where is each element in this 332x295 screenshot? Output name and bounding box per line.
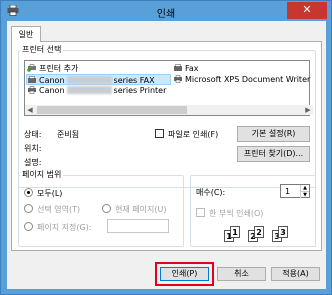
copies-value: 1 [285, 187, 291, 196]
page-range-group-label: 페이지 범위 [20, 169, 64, 180]
fax-icon [174, 64, 182, 71]
printer-list[interactable]: 프린터 추가 Fax Canon series FAX Microsoft XPS… [24, 60, 313, 116]
printer-item-label: 프린터 추가 [39, 64, 79, 73]
status-label: 상태: [24, 130, 42, 139]
print-to-file-label[interactable]: 파일로 인쇄(F) [168, 129, 218, 140]
printer-item-xps[interactable]: Microsoft XPS Document Writer [173, 74, 310, 85]
page-range-current-radio[interactable] [102, 204, 111, 213]
status-value: 준비됨 [57, 130, 80, 139]
printer-item-add[interactable]: 프린터 추가 [27, 63, 78, 74]
window-title: 인쇄 [156, 9, 176, 20]
page-range-all-radio[interactable] [24, 188, 33, 197]
page-range-selection-label[interactable]: 선택 영역(T) [37, 204, 80, 215]
printer-item-canon-printer[interactable]: Canon series Printer [27, 85, 166, 96]
collate-page: 2 [254, 226, 264, 238]
apply-button[interactable]: 적용(A) [271, 267, 320, 281]
location-label: 위치: [24, 144, 42, 153]
page-range-pages-label[interactable]: 페이지 지정(G): [37, 222, 91, 233]
tab-panel-general: 프린터 선택 프린터 추가 Fax Canon series FAX Micros… [11, 41, 322, 251]
add-printer-icon [27, 64, 36, 72]
printer-item-fax[interactable]: Fax [173, 63, 199, 74]
redacted-model-name [66, 86, 112, 94]
fax-printer-icon [28, 76, 36, 83]
printer-item-prefix: Canon [39, 76, 65, 85]
page-range-pages-radio[interactable] [24, 222, 33, 231]
printer-item-canon-fax[interactable]: Canon series FAX [26, 74, 171, 85]
tab-general[interactable]: 일반 [11, 26, 41, 42]
redacted-model-name [66, 76, 112, 84]
scrollbar-thumb[interactable] [37, 106, 187, 114]
collate-label[interactable]: 한 부씩 인쇄(O) [209, 208, 263, 219]
page-range-selection-radio[interactable] [24, 204, 33, 213]
close-button[interactable]: ✕ [287, 2, 327, 19]
printer-icon [174, 75, 182, 83]
cancel-button[interactable]: 취소 [217, 267, 266, 281]
dialog-body: 일반 프린터 선택 프린터 추가 Fax Canon series FAX Mic… [7, 21, 326, 289]
print-dialog-window: 인쇄 ✕ 일반 프린터 선택 프린터 추가 Fax Canon series FA… [0, 0, 332, 295]
printer-icon [28, 86, 36, 94]
preferences-button[interactable]: 기본 설정(R) [237, 126, 310, 142]
printer-select-group-label: 프린터 선택 [20, 44, 64, 55]
comment-label: 설명: [24, 158, 42, 167]
scroll-right-icon[interactable]: ▶ [303, 105, 313, 115]
print-to-file-checkbox[interactable] [155, 129, 164, 138]
collate-page: 1 [230, 226, 240, 238]
collate-checkbox[interactable] [196, 208, 205, 217]
printer-item-label: Microsoft XPS Document Writer [185, 75, 311, 84]
copies-spinner[interactable]: 1 ▲ ▼ [280, 184, 310, 198]
page-range-current-label[interactable]: 현재 페이지(U) [115, 204, 166, 215]
print-button[interactable]: 인쇄(P) [160, 267, 209, 281]
spin-down-icon[interactable]: ▼ [300, 191, 309, 198]
printer-item-prefix: Canon [39, 86, 65, 95]
printer-item-suffix: series FAX [113, 76, 155, 85]
find-printer-button[interactable]: 프린터 찾기(D)... [237, 146, 310, 162]
page-range-input[interactable] [107, 219, 169, 233]
printer-item-label: Fax [185, 64, 199, 73]
title-bar[interactable]: 인쇄 ✕ [1, 1, 331, 21]
page-range-all-label[interactable]: 모두(L) [37, 188, 62, 199]
collate-page: 3 [278, 226, 288, 238]
scroll-left-icon[interactable]: ◀ [25, 105, 35, 115]
printer-list-scrollbar[interactable]: ◀ ▶ [25, 105, 313, 115]
copies-label: 매수(C): [196, 188, 226, 197]
printer-item-suffix: series Printer [113, 86, 167, 95]
